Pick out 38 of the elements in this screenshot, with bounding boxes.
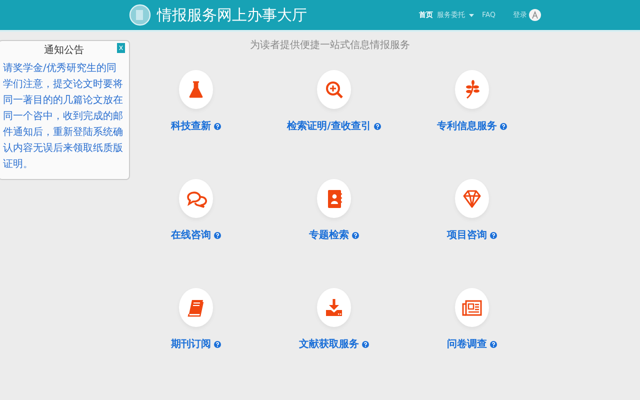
notice-title: 通知公告 xyxy=(44,44,84,57)
help-icon[interactable] xyxy=(214,340,221,348)
service-icon-button[interactable] xyxy=(179,288,213,327)
service-icon-button[interactable] xyxy=(455,179,489,218)
avatar-icon[interactable] xyxy=(529,9,541,21)
service-link[interactable]: 期刊订阅 xyxy=(171,337,211,351)
site-title: 情报服务网上办事大厅 xyxy=(157,6,307,24)
service-icon-button[interactable] xyxy=(317,179,351,218)
service-icon-button[interactable] xyxy=(455,288,489,327)
search-icon xyxy=(323,78,345,100)
service-icon-button[interactable] xyxy=(179,179,213,218)
help-icon[interactable] xyxy=(214,122,221,130)
service-link[interactable]: 检索证明/查收查引 xyxy=(287,119,371,133)
help-icon[interactable] xyxy=(352,232,359,238)
diamond-icon xyxy=(461,188,483,210)
service-link[interactable]: 文献获取服务 xyxy=(299,337,359,351)
help-icon[interactable] xyxy=(362,340,369,348)
help-icon[interactable] xyxy=(214,232,221,238)
service-link[interactable]: 在线咨询 xyxy=(171,228,211,242)
tagline: 为读者提供便捷一站式信息情报服务 xyxy=(250,38,410,52)
help-icon[interactable] xyxy=(490,340,497,348)
service-icon-button[interactable] xyxy=(455,70,489,109)
service-link[interactable]: 科技查新 xyxy=(171,119,211,133)
logo-icon xyxy=(129,4,151,26)
help-icon[interactable] xyxy=(374,122,381,130)
service-link[interactable]: 专利信息服务 xyxy=(437,119,497,133)
service-icon-button[interactable] xyxy=(179,70,213,109)
service-link[interactable]: 专题检索 xyxy=(309,228,349,242)
service-link[interactable]: 项目咨询 xyxy=(447,228,487,242)
help-icon[interactable] xyxy=(500,122,507,130)
caret-icon[interactable] xyxy=(469,14,474,16)
close-button[interactable]: x xyxy=(117,43,125,53)
download-icon xyxy=(323,296,345,318)
help-icon[interactable] xyxy=(490,232,497,238)
service-icon-button[interactable] xyxy=(317,288,351,327)
notice-text: 请奖学金/优秀研究生的同学们注意，提交论文时要将同一著目的的几篇论文放在同一个咨中，收到完成的邮件通知后，重新登陆系统确认内容无误后来领取纸质版证明。 xyxy=(3,62,124,172)
service-link[interactable]: 问卷调查 xyxy=(447,337,487,351)
service-icon-button[interactable] xyxy=(317,70,351,109)
